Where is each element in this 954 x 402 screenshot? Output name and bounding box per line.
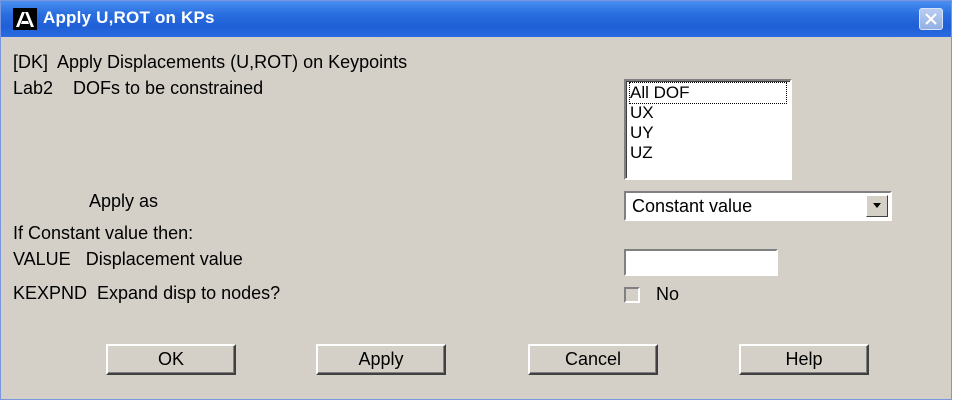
- title-bar[interactable]: Apply U,ROT on KPs: [1, 1, 951, 37]
- apply-button[interactable]: Apply: [316, 344, 446, 375]
- apply-as-label: Apply as: [89, 191, 159, 211]
- close-icon[interactable]: [919, 8, 943, 30]
- dof-listbox[interactable]: All DOF UX UY UZ: [624, 79, 792, 180]
- expand-disp-checkbox[interactable]: [624, 287, 640, 303]
- chevron-down-icon[interactable]: [866, 195, 888, 217]
- dof-option-uy[interactable]: UY: [630, 123, 654, 143]
- constant-note: If Constant value then:: [13, 223, 194, 243]
- apply-as-value: Constant value: [632, 196, 753, 216]
- kexpnd-label: KEXPND Expand disp to nodes?: [13, 283, 281, 303]
- command-description: [DK] Apply Displacements (U,ROT) on Keyp…: [13, 52, 408, 72]
- value-label: VALUE Displacement value: [13, 249, 243, 269]
- dof-option-all[interactable]: All DOF: [629, 82, 787, 104]
- ok-button[interactable]: OK: [106, 344, 236, 375]
- dof-option-ux[interactable]: UX: [630, 103, 654, 123]
- ansys-logo-icon: [13, 8, 37, 30]
- help-button[interactable]: Help: [739, 344, 869, 375]
- cancel-button[interactable]: Cancel: [528, 344, 658, 375]
- lab2-label: Lab2 DOFs to be constrained: [13, 78, 264, 98]
- displacement-value-input[interactable]: [624, 249, 778, 276]
- window-title: Apply U,ROT on KPs: [43, 8, 215, 27]
- dof-option-uz[interactable]: UZ: [630, 143, 653, 163]
- expand-disp-checkbox-label: No: [656, 284, 680, 304]
- apply-as-select[interactable]: Constant value: [624, 191, 892, 221]
- dialog-window: Apply U,ROT on KPs [DK] Apply Displaceme…: [0, 0, 952, 400]
